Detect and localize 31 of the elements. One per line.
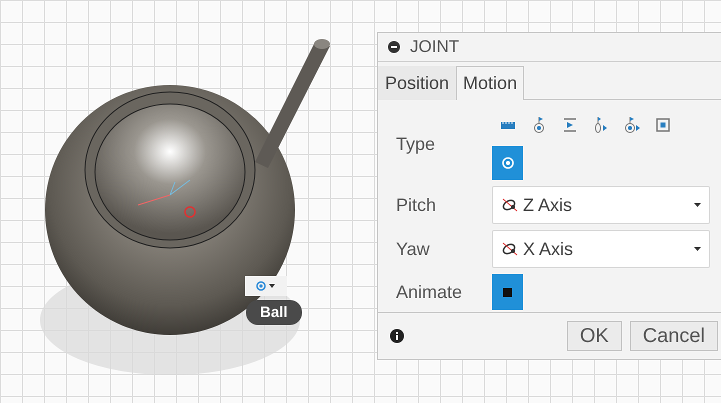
caret-icon: [269, 284, 276, 288]
caret-icon: [694, 203, 701, 207]
ball-joint-icon: [256, 281, 266, 291]
joint-label: Ball: [246, 300, 302, 325]
animate-button[interactable]: [492, 274, 523, 310]
dialog-button[interactable]: Cancel: [630, 321, 718, 351]
field-label: Type: [396, 134, 436, 154]
slider-joint-icon: [562, 118, 576, 132]
caret-icon: [694, 247, 701, 251]
planar-joint-icon: [656, 118, 670, 132]
dialog-tab[interactable]: Position: [378, 66, 456, 100]
ball-joint-icon: [502, 157, 514, 169]
axis-dropdown[interactable]: Z Axis: [492, 186, 710, 224]
axis-dropdown[interactable]: X Axis: [492, 230, 710, 268]
field-label: Animate: [396, 282, 464, 302]
joint-type-button[interactable]: [492, 146, 523, 180]
dialog-button[interactable]: OK: [566, 321, 622, 351]
pin-slot-joint-icon: [624, 116, 640, 134]
cylindrical-joint-icon: [594, 116, 608, 134]
stop-icon: [503, 288, 512, 296]
field-label: Yaw: [396, 238, 431, 260]
dialog-tab[interactable]: Motion: [456, 66, 524, 100]
field-label: Pitch: [396, 194, 438, 216]
collapse-icon[interactable]: [388, 41, 400, 53]
axis-icon: [501, 197, 519, 213]
rigid-joint-icon: [500, 120, 514, 130]
axis-icon: [501, 241, 519, 257]
dialog-title: JOINT: [410, 37, 460, 57]
joint-type-button[interactable]: [244, 276, 287, 296]
info-icon[interactable]: [390, 329, 404, 343]
revolute-joint-icon: [532, 116, 544, 134]
